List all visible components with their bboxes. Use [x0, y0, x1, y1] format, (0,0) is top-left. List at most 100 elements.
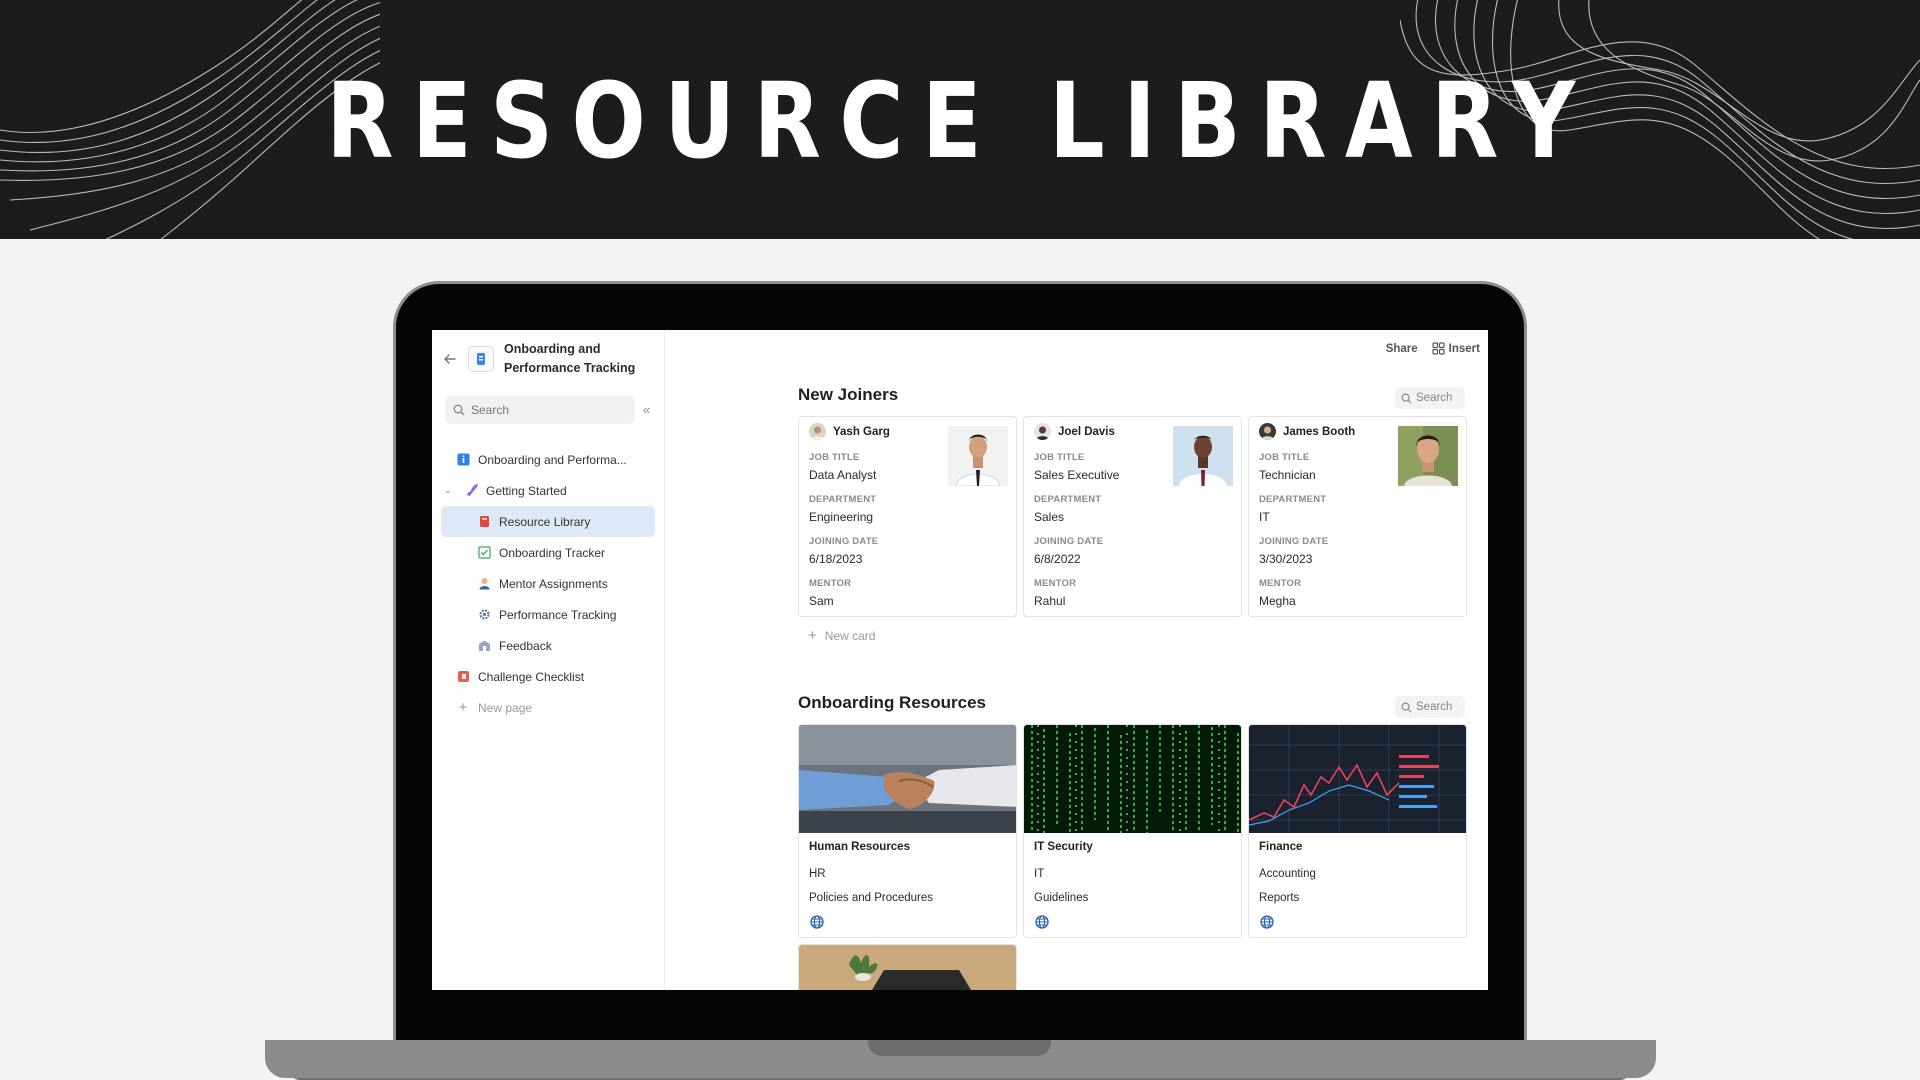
- resource-card-partial[interactable]: [798, 944, 1017, 990]
- grid-icon: [1432, 342, 1445, 355]
- checkbox-icon: [477, 546, 491, 560]
- globe-icon[interactable]: [1260, 915, 1274, 929]
- joining-date-label: JOINING DATE: [1034, 536, 1104, 547]
- desk-cover-image: [799, 945, 1016, 990]
- flag-icon: [456, 670, 470, 684]
- insert-button[interactable]: Insert: [1432, 342, 1480, 355]
- chevron-down-icon[interactable]: ⌄: [444, 485, 456, 496]
- new-page-button[interactable]: + New page: [441, 692, 655, 723]
- gear-icon: [477, 608, 491, 622]
- department-label: DEPARTMENT: [809, 494, 877, 505]
- department-label: DEPARTMENT: [1259, 494, 1327, 505]
- workspace-title[interactable]: Onboarding and Performance Tracking: [504, 340, 644, 378]
- joiner-name: Joel Davis: [1058, 425, 1115, 438]
- sidebar-item-resource-library[interactable]: Resource Library: [441, 506, 655, 537]
- plus-icon: +: [808, 627, 817, 644]
- globe-icon[interactable]: [1035, 915, 1049, 929]
- resource-category: Accounting: [1259, 868, 1316, 880]
- job-title-label: JOB TITLE: [809, 452, 860, 463]
- avatar: [809, 423, 826, 440]
- globe-icon[interactable]: [810, 915, 824, 929]
- sidebar-search[interactable]: [445, 396, 635, 424]
- search-icon: [1401, 702, 1412, 713]
- banner-title: RESOURCE LIBRARY: [326, 60, 1594, 182]
- job-title-value: Technician: [1259, 468, 1316, 482]
- sidebar-item-onboarding-performance[interactable]: Onboarding and Performa...: [441, 444, 655, 475]
- resource-title: Finance: [1259, 841, 1303, 853]
- joining-date-label: JOINING DATE: [1259, 536, 1329, 547]
- card-name-row: James Booth: [1259, 423, 1355, 440]
- resource-type: Reports: [1259, 892, 1300, 904]
- joining-date-label: JOINING DATE: [809, 536, 879, 547]
- sidebar: Onboarding and Performance Tracking « On…: [432, 330, 665, 990]
- job-title-value: Sales Executive: [1034, 468, 1120, 482]
- new-joiners-title: New Joiners: [798, 385, 899, 404]
- joining-date-value: 6/18/2023: [809, 552, 863, 566]
- resource-type: Guidelines: [1034, 892, 1089, 904]
- resources-search[interactable]: Search: [1395, 696, 1465, 718]
- app-screen: Onboarding and Performance Tracking « On…: [432, 330, 1488, 990]
- department-value: Engineering: [809, 510, 874, 524]
- resource-card[interactable]: Human Resources HR Policies and Procedur…: [798, 724, 1017, 938]
- info-icon: [456, 453, 470, 467]
- resource-title: Human Resources: [809, 841, 910, 853]
- department-value: IT: [1259, 510, 1270, 524]
- card-name-row: Joel Davis: [1034, 423, 1115, 440]
- joiner-name: Yash Garg: [833, 425, 890, 438]
- sidebar-item-label: Resource Library: [499, 514, 591, 529]
- joiner-card[interactable]: Yash Garg JOB TITLE Data Analyst DEPARTM…: [798, 416, 1017, 617]
- joining-date-value: 3/30/2023: [1259, 552, 1313, 566]
- resource-card[interactable]: IT Security IT Guidelines: [1023, 724, 1242, 938]
- sidebar-item-challenge-checklist[interactable]: Challenge Checklist: [441, 661, 655, 692]
- new-joiners-search[interactable]: Search: [1395, 387, 1465, 409]
- mentor-value: Rahul: [1034, 594, 1066, 608]
- profile-photo: [1398, 426, 1458, 486]
- workspace-icon: [468, 346, 494, 372]
- search-label: Search: [1416, 701, 1453, 713]
- laptop-notch: [868, 1040, 1051, 1056]
- back-arrow-icon[interactable]: [442, 351, 458, 367]
- handshake-cover-image: [799, 725, 1016, 833]
- joiner-card[interactable]: James Booth JOB TITLE Technician DEPARTM…: [1248, 416, 1467, 617]
- books-icon: [477, 515, 491, 529]
- joiner-card[interactable]: Joel Davis JOB TITLE Sales Executive DEP…: [1023, 416, 1242, 617]
- sidebar-item-feedback[interactable]: Feedback: [441, 630, 655, 661]
- sidebar-item-performance-tracking[interactable]: Performance Tracking: [441, 599, 655, 630]
- resources-title: Onboarding Resources: [798, 693, 986, 712]
- plus-icon: +: [458, 699, 468, 716]
- card-name-row: Yash Garg: [809, 423, 890, 440]
- sidebar-header: Onboarding and Performance Tracking: [442, 340, 644, 378]
- sidebar-item-label: Getting Started: [486, 483, 567, 498]
- avatar: [1259, 423, 1276, 440]
- job-title-label: JOB TITLE: [1034, 452, 1085, 463]
- job-title-label: JOB TITLE: [1259, 452, 1310, 463]
- mentor-label: MENTOR: [1259, 578, 1302, 589]
- collapse-sidebar-icon[interactable]: «: [643, 402, 650, 417]
- resource-title: IT Security: [1034, 841, 1093, 853]
- profile-photo: [1173, 426, 1233, 486]
- rocket-icon: [464, 484, 478, 498]
- sidebar-item-label: Feedback: [499, 638, 552, 653]
- sidebar-item-label: Onboarding Tracker: [499, 545, 606, 560]
- mentor-label: MENTOR: [1034, 578, 1077, 589]
- sidebar-item-getting-started[interactable]: ⌄ Getting Started: [441, 475, 655, 506]
- new-card-button[interactable]: + New card: [808, 627, 875, 644]
- resource-category: HR: [809, 868, 826, 880]
- sidebar-nav: Onboarding and Performa... ⌄ Getting Sta…: [441, 444, 655, 723]
- search-icon: [1401, 393, 1412, 404]
- joining-date-value: 6/8/2022: [1034, 552, 1081, 566]
- resource-card[interactable]: Finance Accounting Reports: [1248, 724, 1467, 938]
- topbar: Share Insert: [1386, 342, 1480, 355]
- mentor-value: Sam: [809, 594, 834, 608]
- search-input[interactable]: [471, 403, 611, 417]
- department-label: DEPARTMENT: [1034, 494, 1102, 505]
- share-button[interactable]: Share: [1386, 343, 1418, 355]
- department-value: Sales: [1034, 510, 1065, 524]
- sidebar-item-mentor-assignments[interactable]: Mentor Assignments: [441, 568, 655, 599]
- insert-label: Insert: [1448, 342, 1480, 355]
- sidebar-item-label: Onboarding and Performa...: [478, 452, 627, 467]
- sidebar-item-onboarding-tracker[interactable]: Onboarding Tracker: [441, 537, 655, 568]
- new-page-label: New page: [478, 700, 533, 715]
- job-title-value: Data Analyst: [809, 468, 877, 482]
- profile-photo: [948, 426, 1008, 486]
